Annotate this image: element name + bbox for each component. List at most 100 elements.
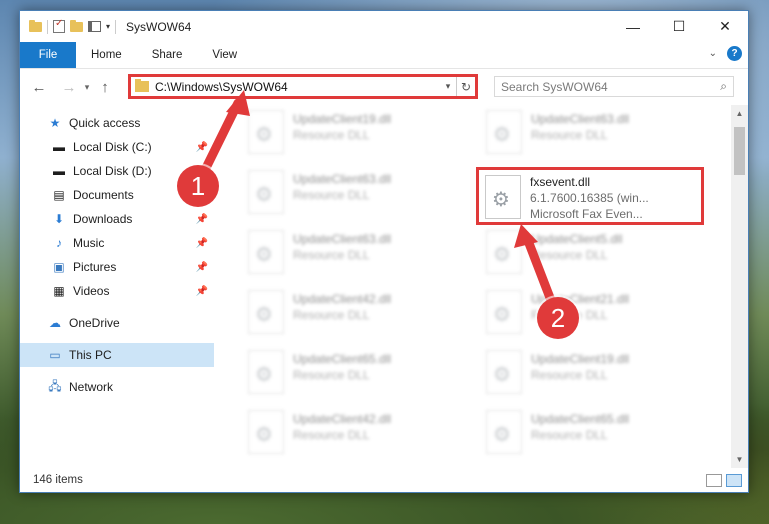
scroll-thumb[interactable] (734, 127, 745, 175)
file-description: Resource DLL (293, 248, 370, 262)
file-item[interactable]: UpdateClient42.dll Resource DLL (244, 407, 464, 459)
file-description: Microsoft Fax Even... (530, 207, 643, 221)
sidebar-item-label: Downloads (73, 212, 133, 226)
file-name: UpdateClient19.dll (293, 112, 392, 126)
file-name: UpdateClient63.dll (293, 172, 392, 186)
file-item[interactable]: UpdateClient63.dll Resource DLL (482, 107, 702, 159)
pin-icon[interactable]: 📌 (196, 142, 208, 153)
folder-icon (29, 19, 42, 32)
tab-file[interactable]: File (20, 42, 76, 68)
tab-view[interactable]: View (197, 42, 252, 68)
sidebar-item-label: OneDrive (69, 316, 120, 330)
sidebar-item-network[interactable]: 🖧 Network (20, 375, 214, 399)
back-arrow-icon[interactable]: ← (28, 79, 50, 96)
file-item[interactable]: UpdateClient21.dllResource DLL (482, 287, 702, 339)
dll-file-icon (485, 175, 521, 219)
navigation-pane: ★ Quick access ▬ Local Disk (C:) 📌 ▬ Loc… (20, 105, 214, 468)
pin-icon[interactable]: 📌 (196, 238, 208, 249)
address-dropdown-icon[interactable]: ▾ (440, 81, 456, 92)
refresh-icon[interactable]: ↻ (456, 77, 475, 96)
file-item[interactable]: UpdateClient19.dll Resource DLL (482, 347, 702, 399)
tab-home[interactable]: Home (76, 42, 137, 68)
tab-share[interactable]: Share (137, 42, 198, 68)
scroll-up-icon[interactable]: ▲ (731, 105, 748, 122)
dll-file-icon (248, 230, 284, 274)
dll-file-icon (486, 290, 522, 334)
recent-locations-icon[interactable]: ▾ (80, 82, 94, 93)
sidebar-item-downloads[interactable]: ⬇ Downloads 📌 (20, 207, 214, 231)
sidebar-item-label: Local Disk (D:) (73, 164, 152, 178)
separator (115, 19, 117, 34)
file-item[interactable]: UpdateClient65.dll Resource DLL (244, 347, 464, 399)
file-description: Resource DLL (531, 248, 608, 262)
file-name: UpdateClient19.dll (531, 352, 630, 366)
sidebar-item-local-disk-c[interactable]: ▬ Local Disk (C:) 📌 (20, 135, 214, 159)
sidebar-item-onedrive[interactable]: ☁ OneDrive (20, 311, 214, 335)
window-controls: — ☐ ✕ (610, 11, 748, 42)
file-item[interactable]: UpdateClient63.dll Resource DLL (244, 167, 464, 219)
sidebar-item-label: Documents (73, 188, 134, 202)
explorer-window: ▾ SysWOW64 — ☐ ✕ File Home Share View ⌄ … (19, 10, 749, 493)
file-description: Resource DLL (531, 368, 608, 382)
file-list: UpdateClient19.dll Resource DLL UpdateCli… (214, 105, 748, 468)
scroll-down-icon[interactable]: ▼ (731, 451, 748, 468)
sidebar-item-videos[interactable]: ▦ Videos 📌 (20, 279, 214, 303)
file-name: UpdateClient5.dll (531, 232, 623, 246)
sidebar-item-label: This PC (69, 348, 112, 362)
folder-icon (135, 79, 149, 92)
properties-icon[interactable] (53, 18, 65, 33)
address-bar[interactable]: C:\Windows\SysWOW64 ▾ ↻ (128, 74, 478, 99)
tiles-view-icon[interactable] (726, 473, 742, 487)
file-name: UpdateClient63.dll (293, 232, 392, 246)
dll-file-icon (248, 110, 284, 154)
pin-icon[interactable]: 📌 (196, 262, 208, 273)
documents-icon: ▤ (53, 188, 65, 202)
customize-toolbar-icon[interactable]: ▾ (106, 22, 110, 31)
help-icon[interactable]: ? (727, 46, 742, 61)
sidebar-item-quick-access[interactable]: ★ Quick access (20, 111, 214, 135)
sidebar-item-music[interactable]: ♪ Music 📌 (20, 231, 214, 255)
network-icon: 🖧 (48, 378, 62, 393)
file-name: fxsevent.dll (530, 175, 591, 189)
file-name: UpdateClient65.dll (293, 352, 392, 366)
dll-file-icon (486, 410, 522, 454)
file-item[interactable]: UpdateClient63.dll Resource DLL (244, 227, 464, 279)
step-1-badge: 1 (177, 165, 219, 207)
sidebar-item-label: Network (69, 380, 114, 394)
expand-ribbon-icon[interactable]: ⌄ (709, 48, 717, 59)
file-item-fxsevent[interactable]: fxsevent.dll 6.1.7600.16385 (win... Micr… (476, 167, 704, 225)
pin-icon[interactable]: 📌 (196, 286, 208, 297)
new-folder-icon[interactable] (70, 19, 83, 32)
file-item[interactable]: UpdateClient5.dll Resource DLL (482, 227, 702, 279)
status-bar: 146 items (20, 468, 748, 492)
file-item[interactable]: UpdateClient65.dll Resource DLL (482, 407, 702, 459)
dll-file-icon (486, 350, 522, 394)
file-description: Resource DLL (531, 428, 608, 442)
details-view-icon[interactable] (706, 473, 722, 487)
file-item[interactable]: UpdateClient42.dll Resource DLL (244, 287, 464, 339)
address-path[interactable]: C:\Windows\SysWOW64 (155, 80, 440, 94)
separator (47, 19, 48, 34)
download-icon: ⬇ (53, 212, 65, 226)
sidebar-item-label: Quick access (69, 116, 141, 130)
step-2-badge: 2 (537, 297, 579, 339)
view-icon[interactable] (88, 21, 101, 32)
file-item[interactable]: UpdateClient19.dll Resource DLL (244, 107, 464, 159)
file-name: UpdateClient65.dll (531, 412, 630, 426)
pin-icon[interactable]: 📌 (196, 214, 208, 225)
main-area: ★ Quick access ▬ Local Disk (C:) 📌 ▬ Loc… (20, 105, 748, 468)
title-bar: ▾ SysWOW64 — ☐ ✕ (20, 11, 748, 42)
minimize-button[interactable]: — (610, 11, 656, 42)
maximize-button[interactable]: ☐ (656, 11, 702, 42)
close-button[interactable]: ✕ (702, 11, 748, 42)
search-input[interactable]: Search SysWOW64 ⌕ (494, 76, 734, 97)
navigation-bar: ← → ▾ ↑ C:\Windows\SysWOW64 ▾ ↻ Search S… (20, 69, 748, 105)
search-icon[interactable]: ⌕ (720, 79, 727, 94)
sidebar-item-pictures[interactable]: ▣ Pictures 📌 (20, 255, 214, 279)
pictures-icon: ▣ (53, 260, 65, 274)
forward-arrow-icon[interactable]: → (58, 79, 80, 96)
file-name: UpdateClient63.dll (531, 112, 630, 126)
up-arrow-icon[interactable]: ↑ (94, 79, 116, 96)
sidebar-item-this-pc[interactable]: ▭ This PC (20, 343, 214, 367)
vertical-scrollbar[interactable]: ▲ ▼ (731, 105, 748, 468)
